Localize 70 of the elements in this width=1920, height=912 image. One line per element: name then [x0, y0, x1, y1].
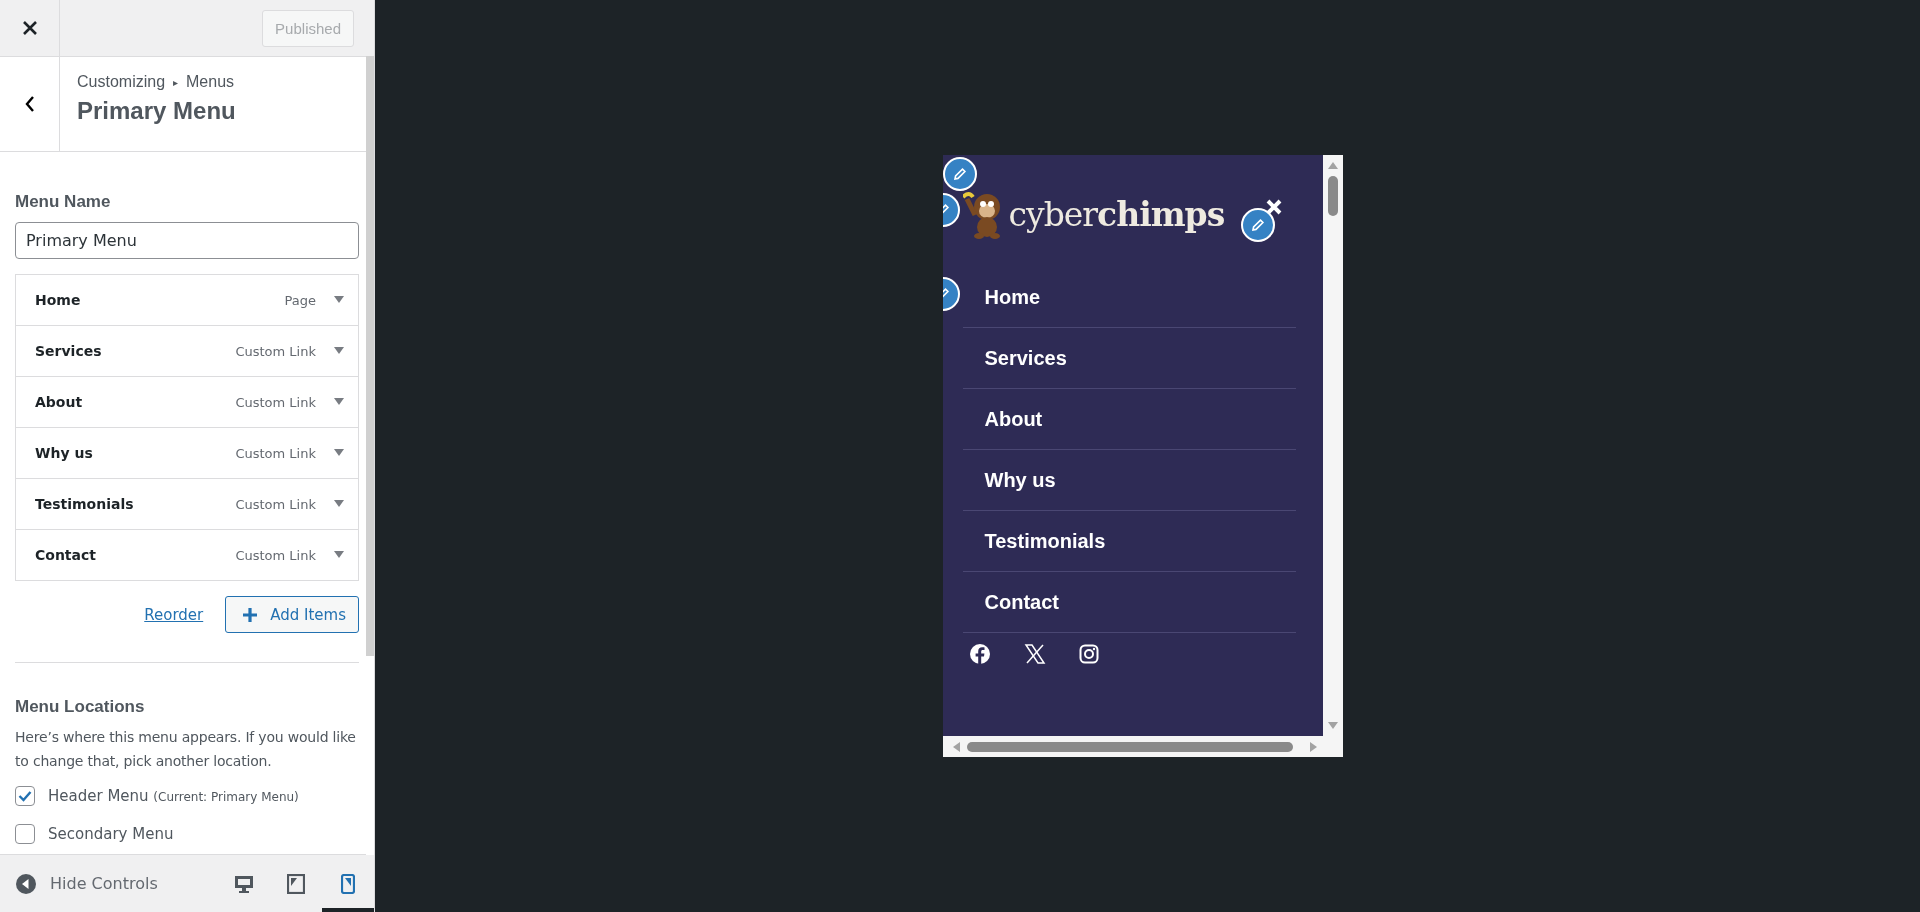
breadcrumb-item: Customizing — [77, 73, 166, 91]
breadcrumb-item: Menus — [186, 73, 235, 91]
location-label: Secondary Menu — [48, 825, 174, 843]
scroll-down-icon[interactable] — [1326, 721, 1339, 731]
collapse-icon — [16, 873, 36, 894]
menu-name-label: Menu Name — [15, 192, 112, 212]
horizontal-scrollbar[interactable] — [942, 736, 1343, 757]
scroll-right-icon[interactable] — [1308, 740, 1319, 753]
sidebar-scrollbar[interactable] — [366, 56, 374, 855]
hide-controls-button[interactable]: Hide Controls — [16, 873, 158, 894]
menu-item-title: Why us — [35, 445, 94, 461]
breadcrumb-separator: ▸ — [173, 76, 179, 88]
menu-item[interactable]: Contact Custom Link — [16, 530, 358, 580]
nav-link[interactable]: About — [962, 389, 1296, 450]
menu-item[interactable]: Home Page — [16, 275, 358, 326]
menu-item-type: Custom Link — [235, 343, 316, 359]
reorder-link[interactable]: Reorder — [144, 605, 204, 624]
menu-item-title: About — [35, 394, 84, 410]
nav-link[interactable]: Contact — [962, 572, 1296, 633]
menu-item-title: Testimonials — [35, 496, 135, 512]
menu-item-title: Home — [35, 292, 82, 308]
tablet-icon — [287, 873, 305, 894]
close-icon[interactable] — [1264, 198, 1283, 216]
scrollbar-thumb[interactable] — [366, 56, 374, 656]
menu-item-title: Contact — [35, 547, 97, 563]
caret-icon[interactable] — [334, 347, 344, 355]
plus-icon — [242, 606, 259, 623]
caret-icon[interactable] — [334, 398, 344, 406]
menu-item-type: Custom Link — [235, 547, 316, 563]
menu-locations-heading: Menu Locations — [15, 697, 146, 717]
caret-icon[interactable] — [334, 296, 344, 304]
instagram-icon[interactable] — [1078, 644, 1099, 664]
caret-icon[interactable] — [334, 551, 344, 559]
menu-item[interactable]: Why us Custom Link — [16, 428, 358, 479]
add-items-button[interactable]: Add Items — [225, 596, 359, 633]
caret-icon[interactable] — [334, 449, 344, 457]
nav-link[interactable]: Why us — [962, 450, 1296, 511]
checkbox[interactable] — [15, 786, 35, 806]
pencil-icon — [952, 167, 967, 181]
menu-item-type: Custom Link — [235, 496, 316, 512]
nav-link[interactable]: Testimonials — [962, 511, 1296, 572]
edit-shortcut-button[interactable] — [1240, 208, 1275, 242]
back-icon — [23, 95, 36, 113]
menu-item-title: Services — [35, 343, 103, 359]
nav-link[interactable]: Home — [962, 267, 1296, 328]
menu-item[interactable]: About Custom Link — [16, 377, 358, 428]
caret-icon[interactable] — [334, 500, 344, 508]
location-label: Header Menu (Current: Primary Menu) — [48, 787, 299, 805]
scrollbar-thumb[interactable] — [1327, 176, 1338, 216]
menu-name-field[interactable]: Primary Menu — [15, 222, 359, 259]
menu-item[interactable]: Services Custom Link — [16, 326, 358, 377]
menu-item-type: Custom Link — [235, 445, 316, 461]
pencil-icon — [1250, 218, 1265, 232]
desktop-icon — [234, 873, 254, 894]
scroll-up-icon[interactable] — [1326, 160, 1339, 170]
checkbox[interactable] — [15, 824, 35, 844]
edit-shortcut-button[interactable] — [942, 157, 977, 191]
menu-item-type: Page — [284, 292, 316, 308]
section-title: Primary Menu — [77, 97, 236, 125]
scrollbar-thumb[interactable] — [966, 741, 1293, 752]
x-icon[interactable] — [1023, 643, 1046, 665]
vertical-scrollbar[interactable] — [1322, 155, 1343, 736]
nav-link[interactable]: Services — [962, 328, 1296, 389]
menu-item-type: Custom Link — [235, 394, 316, 410]
menu-locations-description: Here’s where this menu appears. If you would like to change that, pick another location. — [15, 728, 357, 771]
facebook-icon[interactable] — [968, 643, 991, 665]
site-logo[interactable]: cyberchimps — [1008, 194, 1225, 234]
close-icon — [21, 20, 38, 36]
menu-item[interactable]: Testimonials Custom Link — [16, 479, 358, 530]
mobile-icon — [341, 873, 355, 894]
